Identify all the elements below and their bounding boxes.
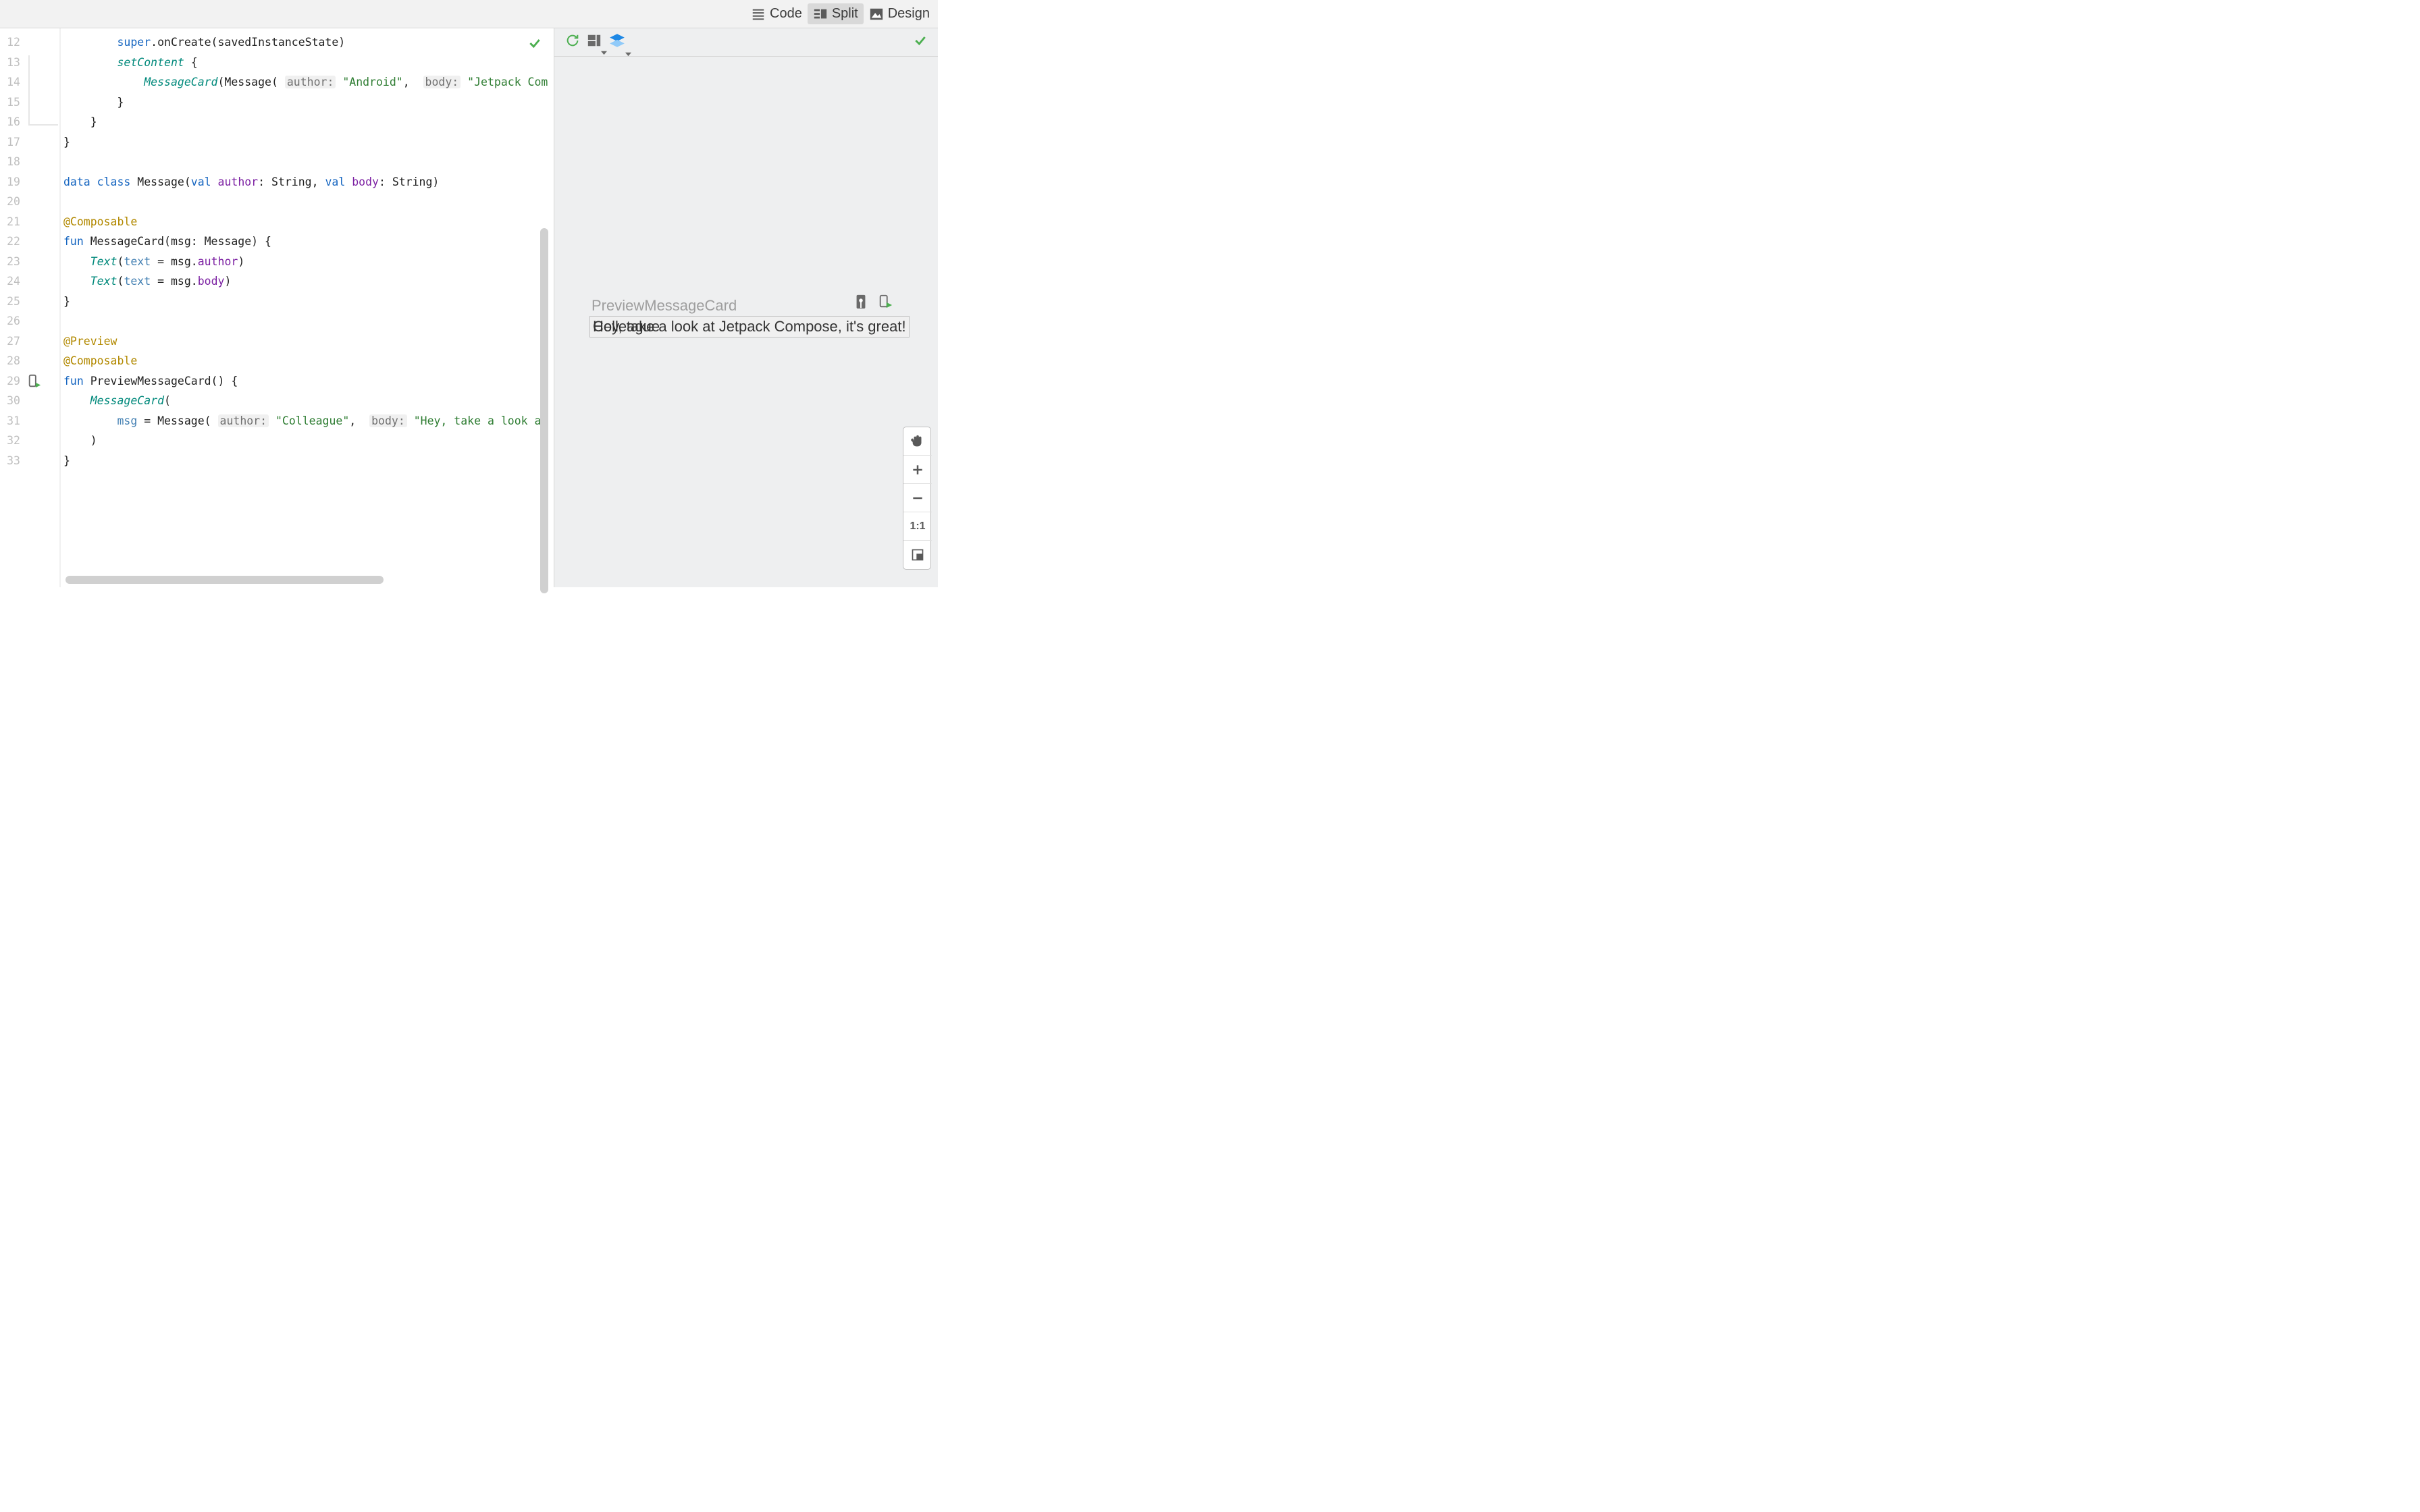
preview-rendering: Colleague Hey, take a look at Jetpack Co… xyxy=(589,316,910,338)
line-num: 27 xyxy=(0,335,20,348)
zoom-fit-button[interactable] xyxy=(903,541,932,569)
deploy-preview-icon[interactable] xyxy=(878,294,893,313)
line-num: 26 xyxy=(0,315,20,327)
line-num: 23 xyxy=(0,255,20,268)
refresh-icon[interactable] xyxy=(565,33,580,51)
line-num: 25 xyxy=(0,295,20,308)
preview-author: Colleague xyxy=(593,318,660,335)
line-num: 14 xyxy=(0,76,20,88)
tab-split-label: Split xyxy=(832,6,858,22)
line-num: 31 xyxy=(0,414,20,427)
line-num: 33 xyxy=(0,454,20,467)
line-num: 16 xyxy=(0,115,20,128)
tab-design[interactable]: Design xyxy=(864,3,935,24)
view-mode-tabs: Code Split Design xyxy=(0,0,938,28)
fold-region[interactable] xyxy=(28,55,58,126)
tab-design-label: Design xyxy=(888,6,930,22)
line-num: 20 xyxy=(0,195,20,208)
preview-title: PreviewMessageCard xyxy=(591,297,737,315)
code-content: super.onCreate(savedInstanceState) setCo… xyxy=(63,28,550,298)
line-num: 13 xyxy=(0,56,20,69)
code-editor[interactable]: 12 13 14 15 16 17 18 19 20 21 22 23 24 2… xyxy=(0,28,554,587)
tab-split[interactable]: Split xyxy=(808,3,864,24)
split-icon xyxy=(813,7,828,22)
run-preview-icon[interactable] xyxy=(27,374,42,392)
design-icon xyxy=(869,7,884,22)
tab-code-label: Code xyxy=(770,6,802,22)
line-num: 17 xyxy=(0,136,20,148)
line-num: 29 xyxy=(0,375,20,387)
preview-actions xyxy=(853,294,893,313)
line-num: 19 xyxy=(0,176,20,188)
line-num: 15 xyxy=(0,96,20,109)
zoom-reset-button[interactable]: 1:1 xyxy=(903,512,932,541)
line-num: 24 xyxy=(0,275,20,288)
preview-toolbar xyxy=(554,28,938,57)
scrollbar-vertical[interactable] xyxy=(540,228,548,593)
preview-pane: PreviewMessageCard Colleague Hey, take a… xyxy=(554,28,938,587)
pan-button[interactable] xyxy=(903,427,932,456)
interactive-preview-icon[interactable] xyxy=(853,294,868,313)
gutter: 12 13 14 15 16 17 18 19 20 21 22 23 24 2… xyxy=(0,28,61,587)
scrollbar-horizontal[interactable] xyxy=(65,576,384,584)
main-split: 12 13 14 15 16 17 18 19 20 21 22 23 24 2… xyxy=(0,28,938,587)
line-num: 22 xyxy=(0,235,20,248)
line-num: 21 xyxy=(0,215,20,228)
zoom-out-button[interactable] xyxy=(903,484,932,512)
line-num: 28 xyxy=(0,354,20,367)
line-num: 18 xyxy=(0,155,20,168)
layers-icon[interactable] xyxy=(608,32,626,53)
line-num: 12 xyxy=(0,36,20,49)
lines-icon xyxy=(751,7,766,22)
tab-code[interactable]: Code xyxy=(745,3,808,24)
line-num: 32 xyxy=(0,434,20,447)
layout-icon[interactable] xyxy=(587,33,602,51)
preview-check-icon[interactable] xyxy=(914,34,927,51)
line-num: 30 xyxy=(0,394,20,407)
zoom-controls: 1:1 xyxy=(903,427,931,570)
zoom-in-button[interactable] xyxy=(903,456,932,484)
check-icon[interactable] xyxy=(528,36,542,53)
